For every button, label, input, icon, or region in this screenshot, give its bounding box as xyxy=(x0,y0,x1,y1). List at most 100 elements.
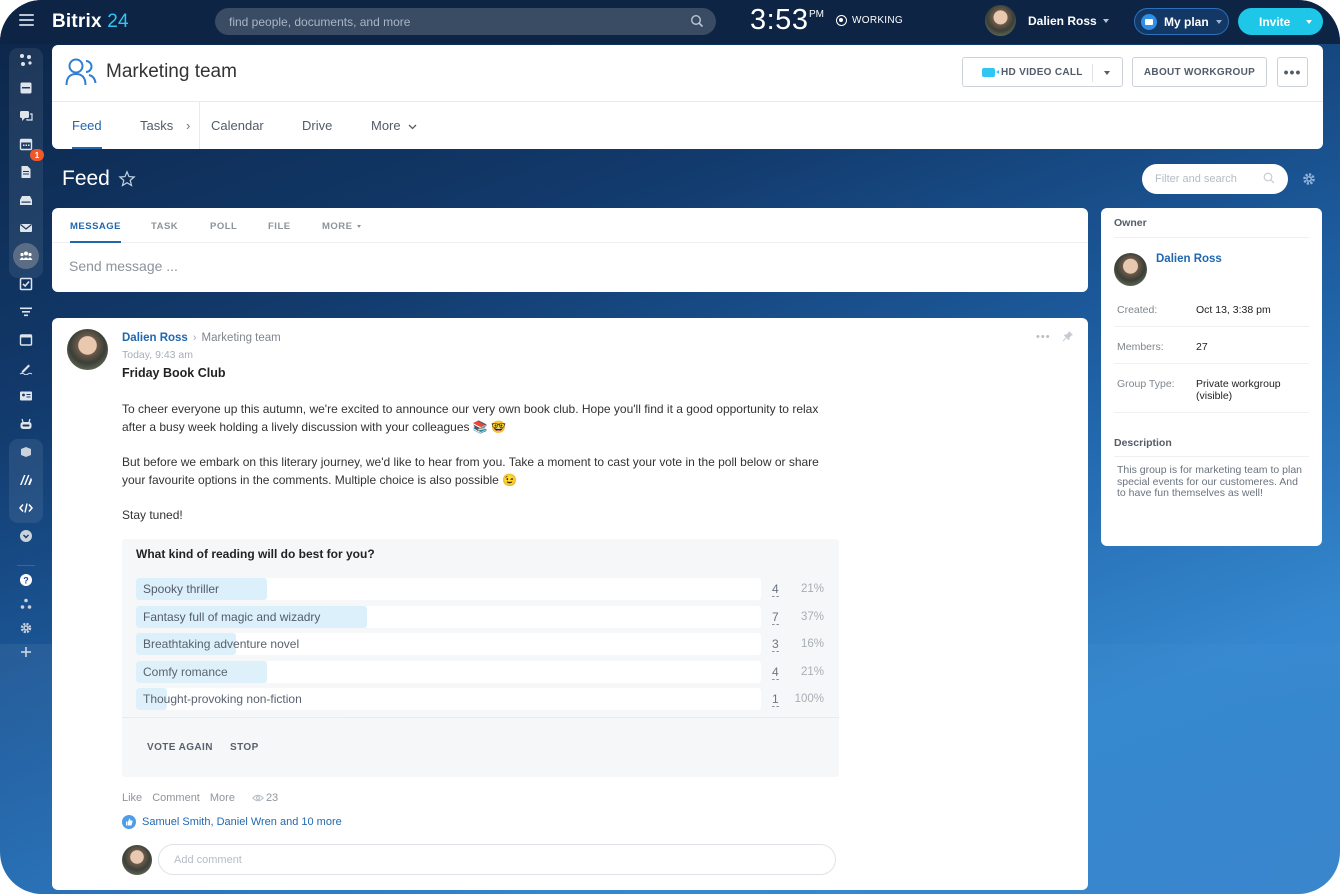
tab-feed[interactable]: Feed xyxy=(72,102,102,149)
likes-summary[interactable]: Samuel Smith, Daniel Wren and 10 more xyxy=(122,815,342,829)
send-message-input[interactable] xyxy=(69,258,969,274)
workgroup-icon xyxy=(65,58,97,86)
logo[interactable]: Bitrix 24 xyxy=(52,11,129,33)
my-plan-button[interactable]: My plan xyxy=(1134,8,1229,35)
poll-option[interactable]: Breathtaking adventure novel xyxy=(136,633,761,655)
poll-option[interactable]: Comfy romance xyxy=(136,660,761,683)
document-icon[interactable] xyxy=(17,163,35,181)
poll-option[interactable]: Thought-provoking non-fiction xyxy=(136,688,761,710)
views-count: 23 xyxy=(265,792,279,804)
poll-divider xyxy=(122,717,839,718)
thumbs-up-icon xyxy=(122,815,136,829)
workgroup-header: Marketing team HD VIDEO CALL ABOUT WORKG… xyxy=(52,45,1323,149)
contact-card-icon[interactable] xyxy=(17,387,35,405)
calendar-icon[interactable] xyxy=(17,135,35,153)
hd-video-call-button[interactable]: HD VIDEO CALL xyxy=(962,57,1123,87)
composer-tab-task[interactable]: TASK xyxy=(151,208,178,243)
search-icon[interactable] xyxy=(1263,172,1275,184)
about-workgroup-button[interactable]: ABOUT WORKGROUP xyxy=(1132,57,1267,87)
feed-icon[interactable] xyxy=(17,79,35,97)
marketing-icon[interactable] xyxy=(17,471,35,489)
more-button[interactable]: More xyxy=(210,792,235,804)
like-button[interactable]: Like xyxy=(122,792,142,804)
poll-percent: 100% xyxy=(794,693,824,705)
window-icon[interactable] xyxy=(17,331,35,349)
video-camera-icon xyxy=(982,68,999,77)
chevron-down-icon xyxy=(408,124,417,129)
post-header: Dalien Ross › Marketing team xyxy=(122,332,281,344)
video-call-dropdown-icon[interactable] xyxy=(1104,71,1110,75)
tasks-icon[interactable] xyxy=(17,275,35,293)
post-paragraph: But before we embark on this literary jo… xyxy=(122,455,819,487)
poll-option[interactable]: Spooky thriller xyxy=(136,578,761,600)
comment-button[interactable]: Comment xyxy=(152,792,200,804)
briefcase-icon xyxy=(1141,13,1157,30)
drive-icon[interactable] xyxy=(17,191,35,209)
pin-icon[interactable] xyxy=(1062,330,1074,342)
box-icon[interactable] xyxy=(17,443,35,461)
owner-name-link[interactable]: Dalien Ross xyxy=(1156,253,1222,265)
user-menu[interactable]: Dalien Ross xyxy=(985,5,1109,36)
add-comment-input[interactable] xyxy=(158,844,836,875)
chat-icon[interactable] xyxy=(17,107,35,125)
post-menu-icon[interactable]: ••• xyxy=(1036,331,1051,343)
description-text: This group is for marketing team to plan… xyxy=(1117,464,1303,499)
likes-text: Samuel Smith, Daniel Wren and 10 more xyxy=(142,816,342,828)
work-status[interactable]: WORKING xyxy=(836,15,903,26)
logo-number: 24 xyxy=(107,11,129,32)
left-sidebar: 1 ? xyxy=(0,44,52,894)
tab-tasks[interactable]: Tasks xyxy=(140,102,173,149)
search-icon[interactable] xyxy=(690,14,704,28)
post-date[interactable]: Today, 9:43 am xyxy=(122,349,193,361)
my-plan-label: My plan xyxy=(1164,14,1209,29)
groups-icon[interactable] xyxy=(13,243,39,269)
work-status-icon xyxy=(836,15,847,26)
invite-dropdown-icon[interactable] xyxy=(1306,20,1312,24)
tab-drive[interactable]: Drive xyxy=(302,102,332,149)
post-destination-link[interactable]: Marketing team xyxy=(202,332,281,344)
crm-icon[interactable] xyxy=(17,51,35,69)
poll-option[interactable]: Fantasy full of magic and wizadry xyxy=(136,605,761,628)
help-icon[interactable]: ? xyxy=(17,571,35,589)
plus-icon[interactable] xyxy=(17,643,35,661)
tab-calendar[interactable]: Calendar xyxy=(211,102,264,149)
chevron-down-icon xyxy=(1102,19,1109,24)
members-label: Members: xyxy=(1117,341,1164,353)
sidebar-divider xyxy=(17,565,35,566)
poll-option-label: Spooky thriller xyxy=(143,582,220,596)
poll-option-label: Comfy romance xyxy=(143,664,228,679)
tab-more[interactable]: More xyxy=(371,102,417,149)
vote-again-button[interactable]: VOTE AGAIN xyxy=(147,742,213,753)
signature-icon[interactable] xyxy=(17,359,35,377)
comment-row xyxy=(122,844,836,875)
gear-icon[interactable] xyxy=(17,619,35,637)
stop-poll-button[interactable]: STOP xyxy=(230,742,259,753)
post-author-link[interactable]: Dalien Ross xyxy=(122,332,188,344)
owner-avatar[interactable] xyxy=(1114,253,1147,286)
robot-icon[interactable] xyxy=(17,415,35,433)
gear-icon[interactable] xyxy=(1302,172,1316,186)
user-avatar xyxy=(985,5,1016,36)
composer-tab-message[interactable]: MESSAGE xyxy=(70,208,122,243)
clock-time[interactable]: 3:53 xyxy=(750,4,808,37)
chevron-right-icon[interactable]: › xyxy=(186,102,190,149)
button-divider xyxy=(1092,64,1093,82)
star-icon[interactable] xyxy=(118,170,136,188)
mail-icon[interactable] xyxy=(17,219,35,237)
structure-icon[interactable] xyxy=(17,595,35,613)
filter-icon[interactable] xyxy=(17,303,35,321)
filter-search-input[interactable] xyxy=(1155,173,1260,185)
composer-tab-file[interactable]: FILE xyxy=(268,208,291,243)
poll-percent: 21% xyxy=(800,665,824,678)
invite-button[interactable]: Invite xyxy=(1238,8,1323,35)
workgroup-tabs: Feed Tasks › Calendar Drive More xyxy=(52,102,1323,149)
post-author-avatar[interactable] xyxy=(67,329,108,370)
chevron-down-icon[interactable] xyxy=(17,527,35,545)
global-search-input[interactable] xyxy=(229,14,669,29)
menu-icon[interactable] xyxy=(19,14,34,27)
composer-tab-more[interactable]: MORE xyxy=(322,208,361,243)
more-actions-button[interactable]: ••• xyxy=(1277,57,1308,87)
composer-tab-poll[interactable]: POLL xyxy=(210,208,237,243)
code-icon[interactable] xyxy=(17,499,35,517)
tab-divider xyxy=(199,102,200,149)
